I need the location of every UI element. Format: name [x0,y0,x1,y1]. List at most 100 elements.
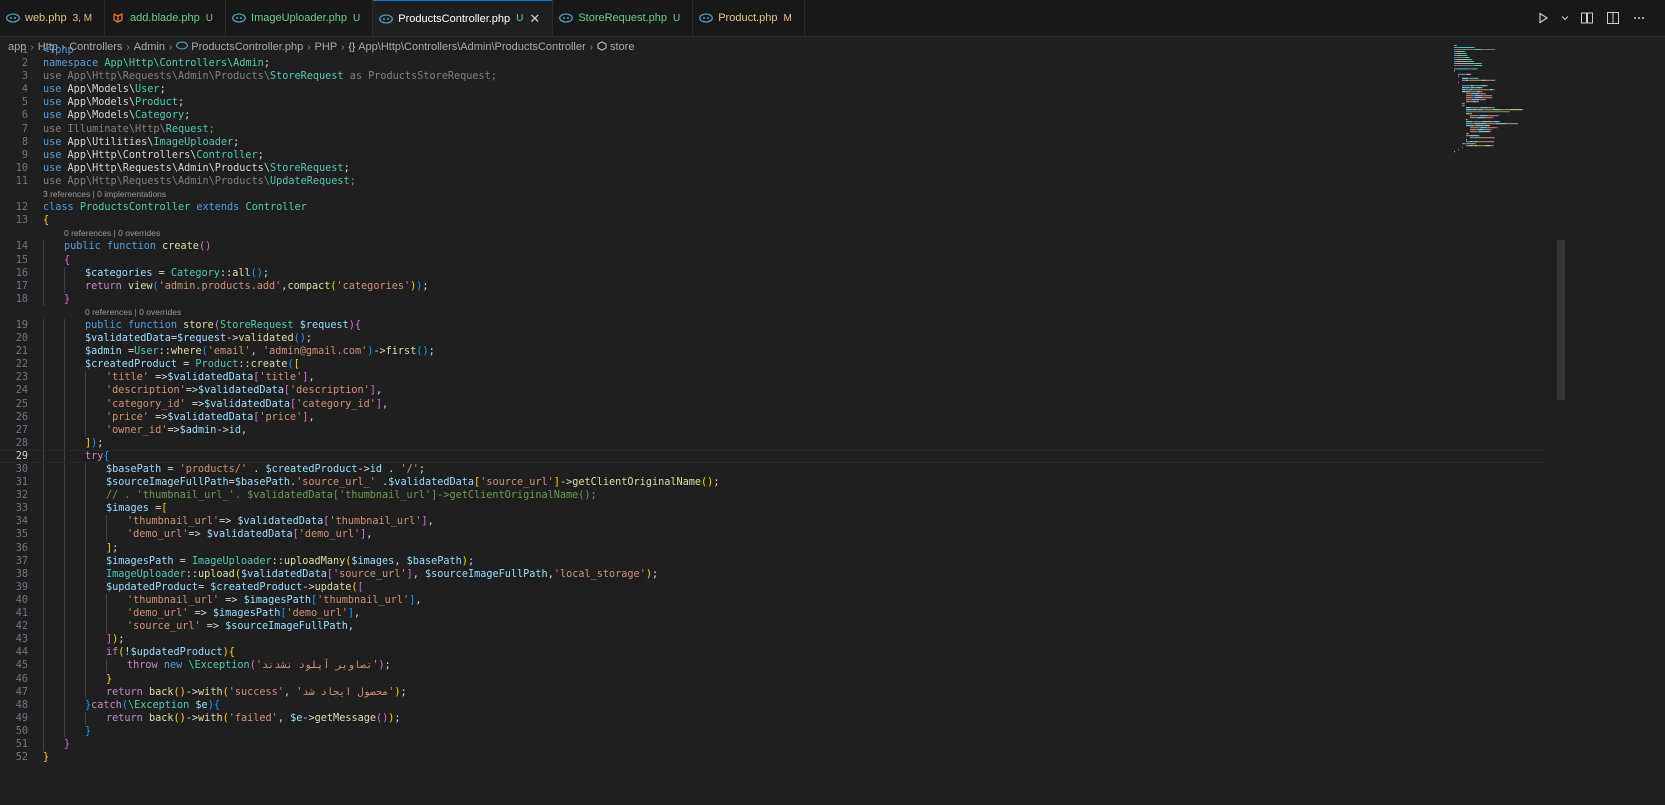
code-line[interactable]: 50} [0,724,1545,738]
code-line[interactable]: 15 { [0,253,1545,267]
scrollbar-thumb[interactable] [1557,240,1565,400]
code-line[interactable]: 28]); [0,436,1545,450]
close-icon[interactable]: ✕ [529,11,540,27]
code-line[interactable]: 7 use Illuminate\Http\Request; [0,123,1545,136]
tab-productscontroller-php[interactable]: ProductsController.php U ✕ [373,0,554,36]
code-line[interactable]: 8 use App\Utilities\ImageUploader; [0,136,1545,149]
minimap-token [1470,91,1472,93]
minimap-token [1470,87,1476,89]
code-line[interactable]: 23'title' =>$validatedData['title'], [0,371,1545,385]
line-number: 52 [15,752,28,764]
code-line[interactable]: 18} [0,292,1545,306]
code-line[interactable]: 22 $createdProduct = Product::create([ [0,358,1545,372]
compare-changes-icon[interactable] [1579,10,1595,26]
code-line[interactable]: 21 $admin =User::where('email', 'admin@gm… [0,345,1545,359]
code-text: ]); [28,437,103,450]
code-line[interactable]: 6 use App\Models\Category; [0,109,1545,122]
code-line[interactable]: 40'thumbnail_url' => $imagesPath['thumbn… [0,593,1545,608]
code-line[interactable]: 51} [0,737,1545,752]
code-line[interactable]: 52} [0,751,1545,764]
code-token: \Exception [188,660,250,672]
code-line[interactable]: 26'price' =>$validatedData['price'], [0,410,1545,424]
code-line[interactable]: 38 ImageUploader::upload($validatedData['… [0,567,1545,581]
minimap-token [1473,123,1475,125]
code-line[interactable]: 33 $images =[ [0,502,1545,516]
code-line[interactable]: 12 class ProductsController extends Contr… [0,201,1545,214]
code-token: App\Http\Requests\Admin\Products\ [67,71,270,83]
minimap-token [1506,123,1508,125]
code-line[interactable]: 41'demo_url' => $imagesPath['demo_url'], [0,607,1545,621]
code-token: , [382,398,389,410]
codelens[interactable]: 0 references | 0 overrides [0,227,1545,240]
minimap-token [1477,141,1483,143]
run-dropdown-icon[interactable] [1561,10,1569,26]
tab-add-blade-php[interactable]: add.blade.php U [105,0,227,36]
code-line[interactable]: 47 return back()->with('success', 'محصول … [0,685,1545,699]
code-line[interactable]: 14 public function create() [0,240,1545,254]
code-line[interactable]: 34'thumbnail_url'=> $validatedData['thum… [0,515,1545,529]
code-token: = [121,346,135,358]
code-line[interactable]: 46} [0,672,1545,686]
minimap-token [1491,129,1493,131]
code-token: , [283,686,297,698]
code-token: $imagesPath [243,594,312,606]
codelens[interactable]: 0 references | 0 overrides [0,306,1545,319]
code-line[interactable]: 36]; [0,541,1545,555]
run-icon[interactable] [1535,10,1551,26]
code-line[interactable]: 19 public function store(StoreRequest $re… [0,318,1545,333]
vertical-scrollbar[interactable] [1556,44,1565,805]
code-line[interactable]: 24'description'=>$validatedData['descrip… [0,384,1545,398]
minimap[interactable] [1450,44,1555,164]
code-line[interactable]: 45 throw new \Exception('تصاویر آپلود نشد… [0,659,1545,673]
code-token: 'thumbnail_url' [127,594,220,606]
code-line[interactable]: 17 return view('admin.products.add',compa… [0,279,1545,293]
code-line[interactable]: 20 $validatedData=$request->validated(); [0,332,1545,346]
code-token: ; [422,280,429,292]
code-token: $sourceImageFullPath [106,477,229,489]
code-line[interactable]: 32 // . 'thumbnail_url_'. $validatedData[… [0,489,1545,503]
code-line[interactable]: 3 use App\Http\Requests\Admin\Products\St… [0,70,1545,83]
split-editor-icon[interactable] [1605,10,1621,26]
code-line[interactable]: 48}catch(\Exception $e){ [0,698,1545,712]
code-line[interactable]: 30 $basePath = 'products/' . $createdProd… [0,463,1545,477]
code-line[interactable]: 16 $categories = Category::all(); [0,266,1545,280]
code-line[interactable]: 13 { [0,214,1545,227]
tab-imageuploader-php[interactable]: ImageUploader.php U [226,0,374,36]
minimap-token [1482,137,1493,139]
codelens[interactable]: 3 references | 0 implementations [0,188,1545,201]
minimap-token [1469,93,1472,95]
code-line[interactable]: 29 try{ [0,449,1545,463]
minimap-token [1462,53,1467,54]
code-line[interactable]: 10 use App\Http\Requests\Admin\Products\S… [0,162,1545,175]
code-token: [ [293,359,300,371]
tab-web-php[interactable]: web.php 3, M [0,0,106,36]
code-line[interactable]: 11 use App\Http\Requests\Admin\Products\U… [0,175,1545,188]
code-text: 'title' =>$validatedData['title'], [28,371,315,384]
code-line[interactable]: 31 $sourceImageFullPath=$basePath.'source… [0,476,1545,490]
code-line[interactable]: 9 use App\Http\Controllers\Controller; [0,149,1545,162]
code-token: 'thumbnail_url' [329,516,422,528]
code-line[interactable]: 1 <?php [0,44,1545,57]
tab-product-php[interactable]: Product.php M [693,0,805,36]
code-token: StoreRequest [219,319,300,331]
code-editor[interactable]: 1 <?php 2 namespace App\Http\Controllers\Ad… [0,44,1545,805]
code-line[interactable]: 44 if(!$updatedProduct){ [0,646,1545,660]
minimap-token [1462,91,1471,93]
code-line[interactable]: 4 use App\Models\User; [0,83,1545,96]
code-line[interactable]: 37 $imagesPath = ImageUploader::uploadMan… [0,554,1545,568]
code-line[interactable]: 42'source_url' => $sourceImageFullPath, [0,620,1545,634]
minimap-token [1477,89,1479,91]
more-actions-icon[interactable] [1631,10,1647,26]
code-line[interactable]: 49 return back()->with('failed', $e->getM… [0,711,1545,725]
code-line[interactable]: 27'owner_id'=>$admin->id, [0,423,1545,437]
code-line[interactable]: 43]); [0,633,1545,647]
code-line[interactable]: 35'demo_url'=> $validatedData['demo_url'… [0,528,1545,542]
code-token: () [416,346,429,358]
code-line[interactable]: 5 use App\Models\Product; [0,96,1545,109]
code-line[interactable]: 25'category_id' =>$validatedData['catego… [0,397,1545,411]
code-line[interactable]: 39 $updatedProduct= $createdProduct->upda… [0,580,1545,594]
code-line[interactable]: 2 namespace App\Http\Controllers\Admin; [0,57,1545,70]
code-token: => [188,608,213,620]
tab-storerequest-php[interactable]: StoreRequest.php U [553,0,694,36]
minimap-token [1474,49,1481,50]
